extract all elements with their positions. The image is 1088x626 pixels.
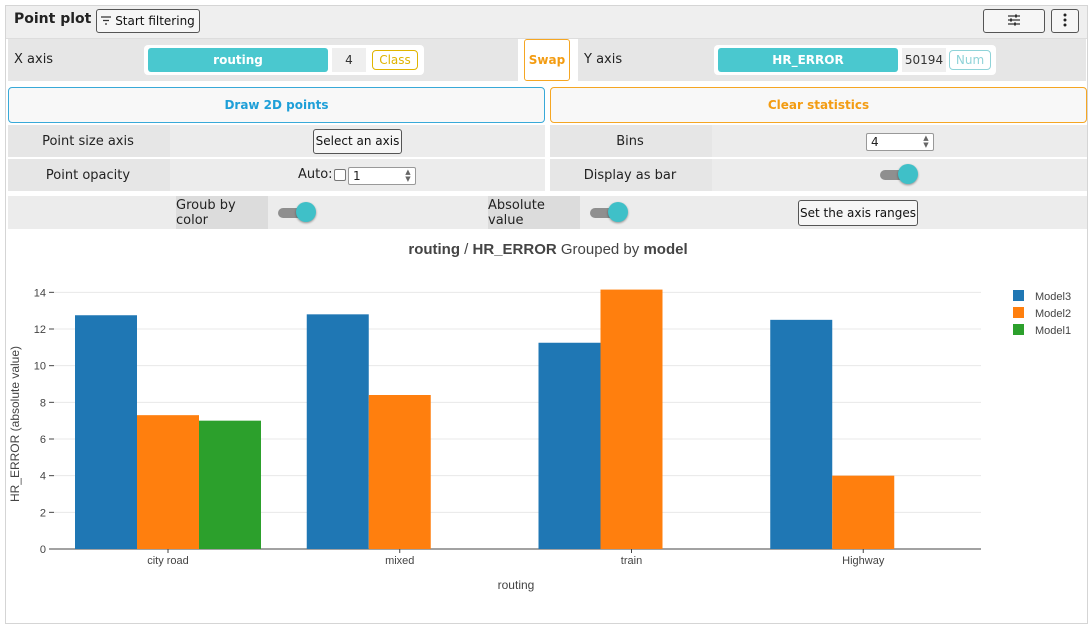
y-tick-label: 14 — [34, 287, 46, 299]
group-color-label: Groub by color — [176, 196, 268, 229]
bar-model2-2[interactable] — [600, 289, 663, 549]
absolute-value-toggle[interactable] — [590, 202, 630, 224]
bar-model1-0[interactable] — [199, 420, 261, 549]
bins-label: Bins — [616, 133, 644, 149]
x-axis-label: X axis — [14, 52, 54, 67]
x-tick-label: mixed — [385, 555, 414, 567]
bins-input[interactable]: 4 ▲ ▼ — [866, 133, 934, 151]
auto-opacity-checkbox[interactable] — [334, 169, 346, 181]
legend-label-model3[interactable]: Model3 — [1035, 291, 1071, 303]
sliders-icon — [1007, 14, 1021, 29]
bar-model2-0[interactable] — [137, 415, 199, 549]
panel-title: Point plot — [14, 11, 92, 27]
x-tick-label: city road — [147, 555, 189, 567]
x-axis-count: 4 — [332, 48, 366, 72]
point-plot-panel: Point plot Start filtering X axis routin… — [5, 5, 1088, 624]
x-axis-selector[interactable]: routing 4 Class — [144, 45, 424, 75]
point-size-row: Point size axis Select an axis — [8, 125, 545, 157]
y-axis-count: 50194 — [902, 48, 946, 72]
opacity-input[interactable]: 1 ▲ ▼ — [348, 167, 416, 185]
auto-label: Auto: — [298, 167, 333, 182]
group-color-toggle[interactable] — [278, 202, 318, 224]
filter-icon — [101, 14, 112, 28]
y-tick-label: 10 — [34, 361, 46, 373]
start-filtering-button[interactable]: Start filtering — [96, 9, 200, 33]
chart-title: routing / HR_ERROR Grouped by model — [408, 241, 687, 258]
x-axis-name[interactable]: routing — [148, 48, 328, 72]
absolute-value-label: Absolute value — [488, 196, 580, 229]
set-axis-ranges-button[interactable]: Set the axis ranges — [798, 200, 918, 226]
spinner-icon[interactable]: ▲ ▼ — [921, 135, 931, 149]
bar-model3-1[interactable] — [306, 314, 369, 549]
x-tick-label: Highway — [842, 555, 885, 567]
bar-model2-3[interactable] — [832, 475, 895, 549]
bar-model2-1[interactable] — [368, 395, 431, 549]
legend-swatch-model1 — [1013, 324, 1024, 335]
y-axis-row: Y axis HR_ERROR 50194 Num — [578, 39, 1086, 81]
select-axis-button[interactable]: Select an axis — [313, 128, 402, 154]
y-tick-label: 6 — [40, 434, 46, 446]
y-axis-type-badge: Num — [949, 50, 991, 70]
display-bar-toggle[interactable] — [880, 164, 920, 186]
y-tick-label: 8 — [40, 397, 46, 409]
draw-2d-points-button[interactable]: Draw 2D points — [8, 87, 545, 123]
y-tick-label: 0 — [40, 544, 46, 556]
bins-row: Bins 4 ▲ ▼ — [550, 125, 1087, 157]
bar-model3-2[interactable] — [538, 342, 601, 549]
y-tick-label: 4 — [40, 471, 46, 483]
bar-model3-0[interactable] — [75, 315, 137, 549]
more-options-button[interactable] — [1051, 9, 1079, 33]
y-axis-selector[interactable]: HR_ERROR 50194 Num — [714, 45, 996, 75]
y-axis-label: Y axis — [584, 52, 623, 67]
swap-button[interactable]: Swap — [524, 39, 570, 81]
y-axis-name[interactable]: HR_ERROR — [718, 48, 898, 72]
panel-header: Point plot Start filtering — [6, 6, 1087, 39]
clear-statistics-button[interactable]: Clear statistics — [550, 87, 1087, 123]
more-vertical-icon — [1063, 13, 1067, 30]
x-axis-title: routing — [498, 578, 535, 592]
spinner-icon[interactable]: ▲ ▼ — [403, 169, 413, 183]
x-axis-row: X axis routing 4 Class — [8, 39, 518, 81]
legend-swatch-model3 — [1013, 290, 1024, 301]
y-tick-label: 12 — [34, 324, 46, 336]
point-size-label: Point size axis — [42, 133, 134, 149]
point-opacity-row: Point opacity Auto: 1 ▲ ▼ — [8, 159, 545, 191]
x-axis-type-badge: Class — [372, 50, 418, 70]
legend-label-model2[interactable]: Model2 — [1035, 308, 1071, 320]
y-tick-label: 2 — [40, 507, 46, 519]
bar-chart: routing / HR_ERROR Grouped by model 0 2 4 6… — [8, 241, 1071, 592]
settings-sliders-button[interactable] — [983, 9, 1045, 33]
x-tick-label: train — [621, 555, 642, 567]
chart-options-row: Groub by color Absolute value Set the ax… — [8, 196, 1087, 229]
y-axis-title: HR_ERROR (absolute value) — [8, 346, 22, 502]
bar-model3-3[interactable] — [770, 319, 833, 549]
legend-swatch-model2 — [1013, 307, 1024, 318]
legend-label-model1[interactable]: Model1 — [1035, 325, 1071, 337]
point-opacity-label: Point opacity — [45, 167, 131, 183]
display-bar-label: Display as bar — [583, 167, 677, 183]
display-bar-row: Display as bar — [550, 159, 1087, 191]
